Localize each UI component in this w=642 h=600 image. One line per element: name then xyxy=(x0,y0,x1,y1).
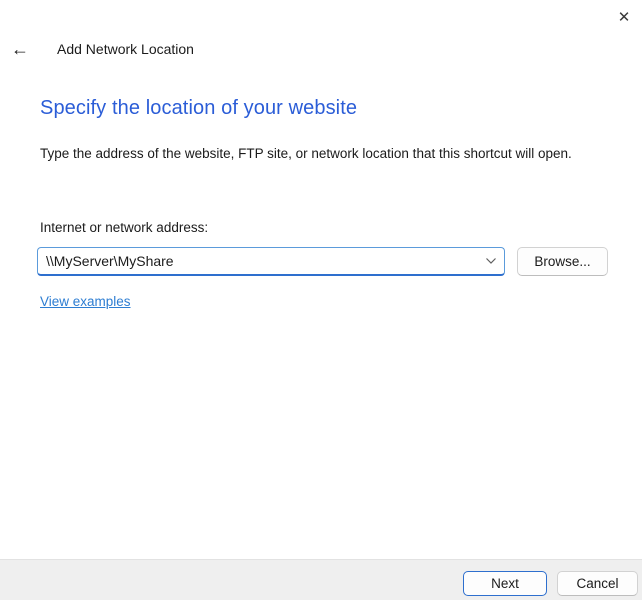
browse-button[interactable]: Browse... xyxy=(517,247,608,276)
footer-bar: Next Cancel xyxy=(0,559,642,600)
cancel-button[interactable]: Cancel xyxy=(557,571,638,596)
close-icon[interactable]: ✕ xyxy=(610,4,638,30)
page-heading: Specify the location of your website xyxy=(40,97,358,119)
next-button[interactable]: Next xyxy=(463,571,547,596)
page-description: Type the address of the website, FTP sit… xyxy=(40,146,572,161)
address-combobox[interactable] xyxy=(37,247,505,276)
address-input[interactable] xyxy=(38,253,478,269)
address-label: Internet or network address: xyxy=(40,220,209,235)
back-arrow-icon[interactable]: ← xyxy=(7,38,33,60)
add-network-location-dialog: ✕ ← Add Network Location Specify the loc… xyxy=(0,0,642,600)
view-examples-link[interactable]: View examples xyxy=(40,294,131,309)
wizard-title: Add Network Location xyxy=(57,41,194,57)
chevron-down-icon[interactable] xyxy=(478,248,504,274)
